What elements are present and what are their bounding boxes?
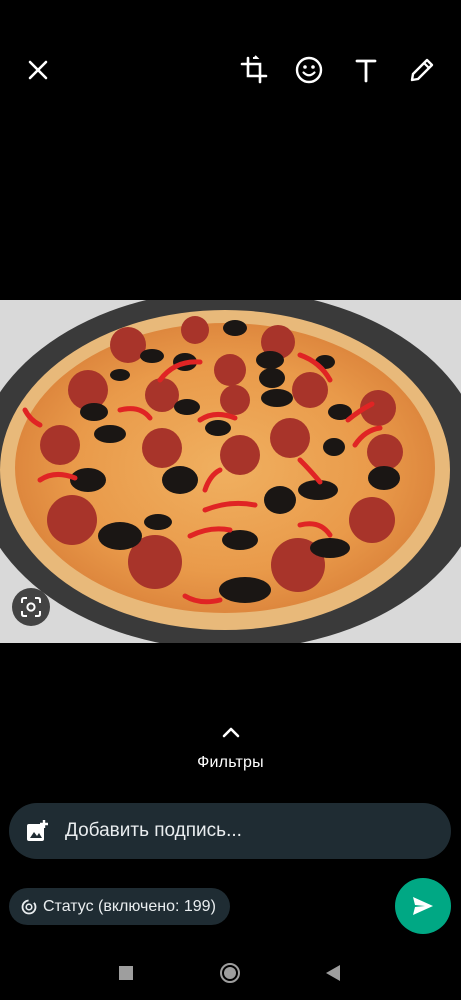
home-button[interactable] xyxy=(215,958,245,988)
system-navigation-bar xyxy=(0,944,461,1000)
crop-rotate-button[interactable] xyxy=(234,50,274,90)
crop-rotate-icon xyxy=(240,55,268,84)
close-button[interactable] xyxy=(18,50,58,90)
send-button[interactable] xyxy=(395,878,451,934)
filters-toggle[interactable]: Фильтры xyxy=(0,722,461,772)
draw-tool-button[interactable] xyxy=(402,50,442,90)
editor-toolbar xyxy=(0,0,461,140)
text-tool-button[interactable] xyxy=(346,50,386,90)
lens-icon xyxy=(21,597,41,617)
caption-placeholder: Добавить подпись... xyxy=(65,820,242,841)
status-icon xyxy=(21,899,37,914)
text-icon xyxy=(355,59,377,83)
add-image-icon[interactable] xyxy=(25,819,49,843)
pencil-icon xyxy=(410,58,434,82)
back-button[interactable] xyxy=(318,958,348,988)
caption-input[interactable]: Добавить подпись... xyxy=(9,803,451,859)
lens-button[interactable] xyxy=(12,588,50,626)
status-audience-chip[interactable]: Статус (включено: 199) xyxy=(9,888,230,925)
emoji-button[interactable] xyxy=(289,50,329,90)
status-label: Статус (включено: 199) xyxy=(43,897,216,915)
chevron-up-icon xyxy=(222,727,239,738)
circle-icon xyxy=(220,963,240,983)
recents-button[interactable] xyxy=(111,958,141,988)
triangle-back-icon xyxy=(326,965,340,981)
pizza-image xyxy=(0,300,461,643)
send-icon xyxy=(413,897,433,915)
square-icon xyxy=(119,966,133,980)
filters-label: Фильтры xyxy=(197,754,264,771)
close-icon xyxy=(28,60,48,80)
emoji-icon xyxy=(295,56,323,84)
photo-preview[interactable] xyxy=(0,300,461,643)
